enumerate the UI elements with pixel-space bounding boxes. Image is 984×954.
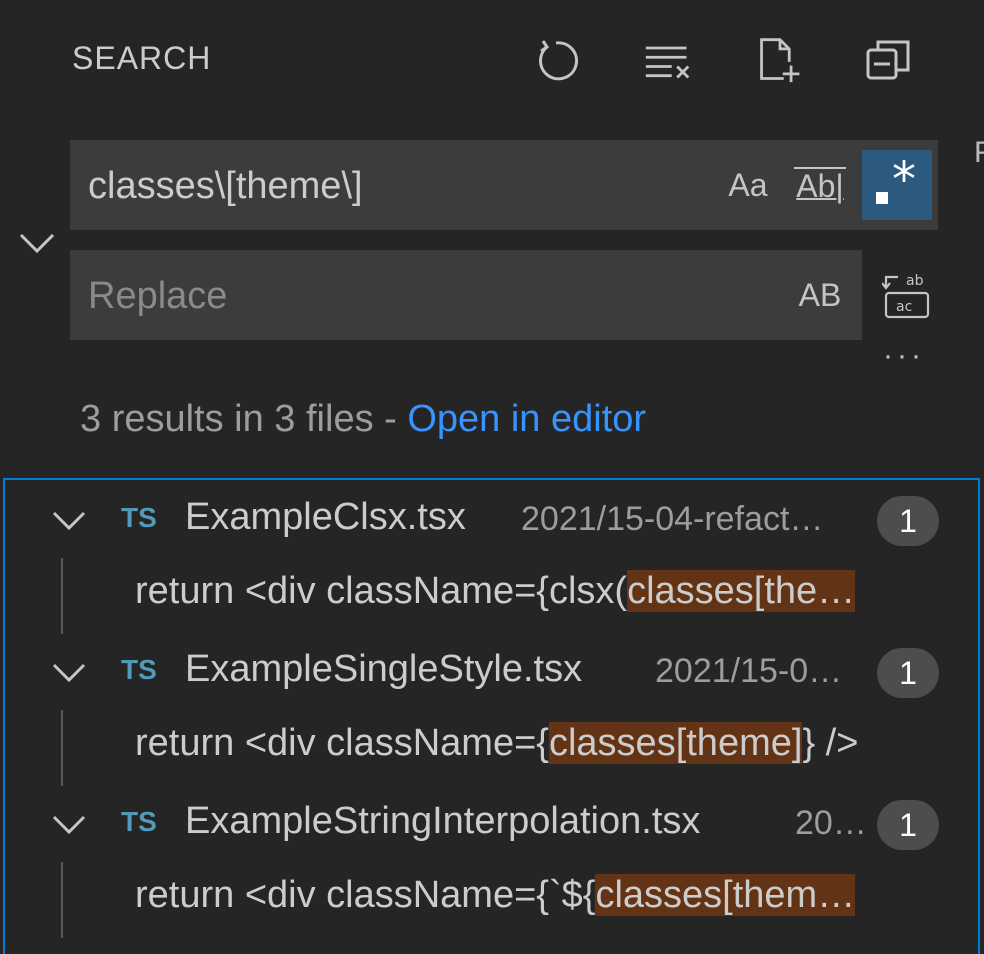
match-prefix: return <div className={`${ — [135, 874, 596, 916]
use-regex-toggle[interactable]: * — [862, 150, 932, 220]
view-title: SEARCH — [72, 40, 212, 76]
svg-text:ac: ac — [896, 299, 912, 315]
result-match-row[interactable]: return <div className={`${classes[them… — [5, 862, 978, 938]
clear-results-icon[interactable] — [644, 34, 692, 86]
results-tree: TS ExampleClsx.tsx 2021/15-04-refact… 1 … — [3, 478, 980, 954]
typescript-file-icon: TS — [121, 654, 157, 685]
file-name: ExampleClsx.tsx — [185, 496, 466, 538]
match-highlight: classes[theme] — [548, 722, 803, 764]
typescript-file-icon: TS — [121, 502, 157, 533]
match-highlight: classes[them… — [595, 874, 856, 916]
match-case-toggle[interactable]: Aa — [720, 150, 776, 220]
indent-guide — [61, 710, 63, 786]
search-input[interactable] — [88, 164, 688, 208]
svg-text:ab: ab — [906, 273, 924, 289]
match-prefix: return <div className={clsx( — [135, 570, 628, 612]
file-path: 20… — [795, 804, 867, 842]
chevron-down-icon[interactable] — [49, 654, 89, 690]
result-file-row[interactable]: TS ExampleClsx.tsx 2021/15-04-refact… 1 — [5, 482, 978, 558]
search-view-header: SEARCH — [0, 0, 984, 120]
result-file-row[interactable]: TS ExampleSingleStyle.tsx 2021/15-0… 1 — [5, 634, 978, 710]
new-search-editor-icon[interactable] — [756, 34, 804, 86]
file-path: 2021/15-0… — [655, 652, 843, 690]
match-prefix: return <div className={ — [135, 722, 549, 764]
results-count-text: 3 results in 3 files - — [80, 398, 408, 440]
replace-field: AB — [70, 250, 862, 340]
open-in-editor-link[interactable]: Open in editor — [407, 398, 646, 440]
preserve-case-toggle[interactable]: AB — [790, 260, 850, 330]
result-file-row[interactable]: TS ExampleStringInterpolation.tsx 20… 1 — [5, 786, 978, 862]
indent-guide — [61, 862, 63, 938]
match-line: return <div className={clsx(classes[the… — [135, 570, 856, 613]
toggle-replace-button[interactable] — [14, 222, 60, 262]
whole-word-label: Ab| — [794, 167, 846, 204]
more-options-button[interactable]: ··· — [874, 341, 934, 376]
adjacent-panel-edge: F — [974, 136, 984, 169]
match-count-badge: 1 — [877, 800, 939, 850]
typescript-file-icon: TS — [121, 806, 157, 837]
file-name: ExampleSingleStyle.tsx — [185, 648, 583, 690]
chevron-down-icon[interactable] — [49, 502, 89, 538]
match-line: return <div className={classes[theme]} /… — [135, 722, 858, 765]
match-suffix: } /> — [802, 722, 859, 764]
file-path: 2021/15-04-refact… — [521, 500, 824, 538]
match-count-badge: 1 — [877, 648, 939, 698]
result-match-row[interactable]: return <div className={clsx(classes[the… — [5, 558, 978, 634]
regex-dot-icon — [876, 192, 888, 204]
match-highlight: classes[the… — [627, 570, 856, 612]
search-field: Aa Ab| * — [70, 140, 938, 230]
regex-star-icon: * — [892, 152, 916, 208]
replace-all-icon[interactable]: ab ac — [878, 268, 938, 324]
match-count-badge: 1 — [877, 496, 939, 546]
result-match-row[interactable]: return <div className={classes[theme]} /… — [5, 710, 978, 786]
chevron-down-icon[interactable] — [49, 806, 89, 842]
match-line: return <div className={`${classes[them… — [135, 874, 856, 917]
indent-guide — [61, 558, 63, 634]
replace-input[interactable] — [88, 274, 688, 318]
file-name: ExampleStringInterpolation.tsx — [185, 800, 701, 842]
collapse-all-icon[interactable] — [864, 34, 912, 86]
results-summary: 3 results in 3 files - Open in editor — [80, 398, 646, 441]
refresh-icon[interactable] — [532, 34, 580, 86]
match-whole-word-toggle[interactable]: Ab| — [790, 150, 850, 220]
